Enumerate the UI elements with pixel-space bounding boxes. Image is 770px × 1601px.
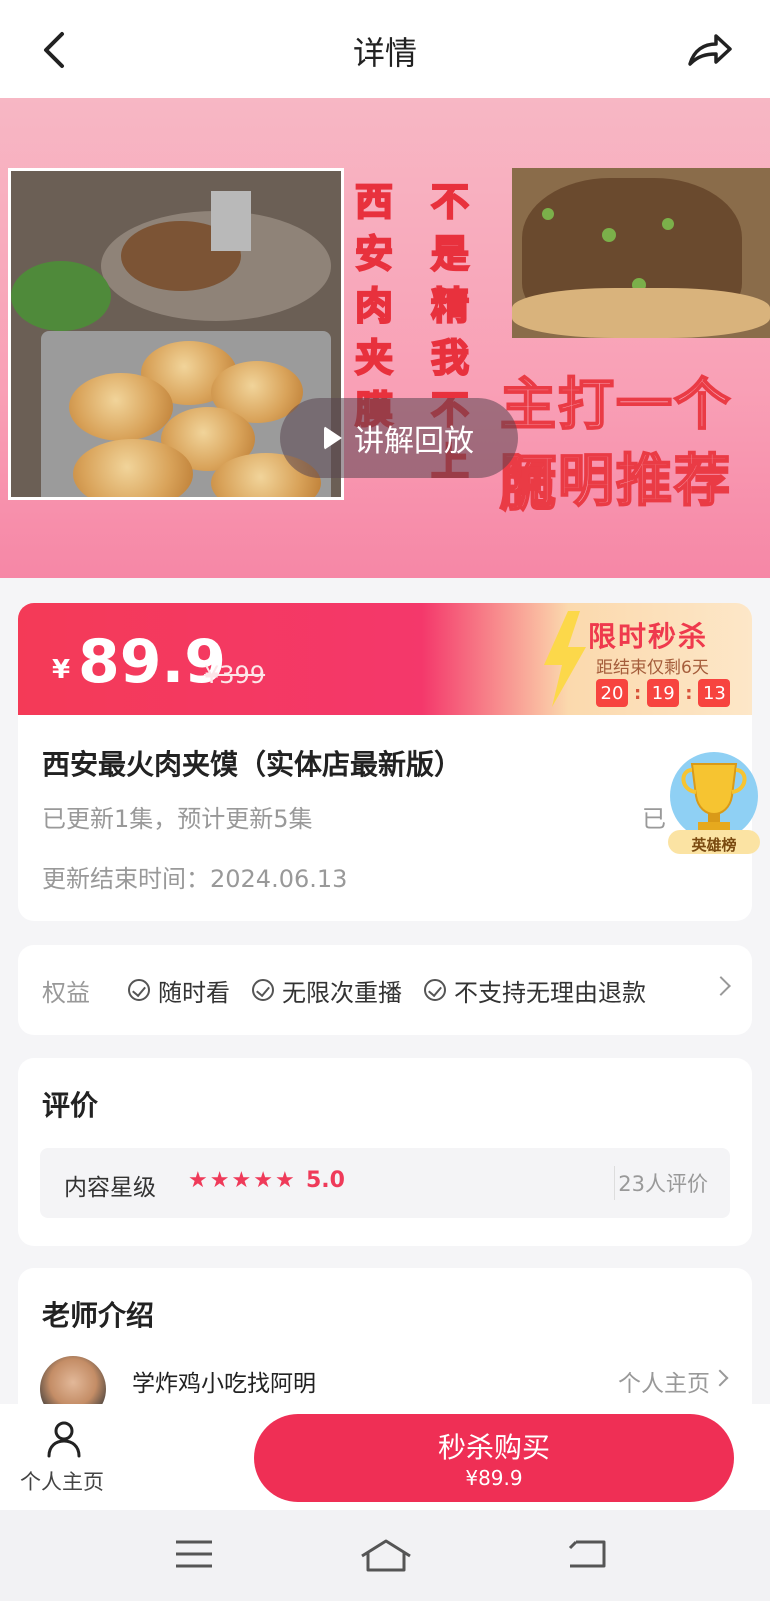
product-title: 西安最火肉夹馍（实体店最新版） [42, 748, 463, 781]
chevron-right-icon [711, 976, 731, 996]
buy-label: 秒杀购买 [437, 1431, 550, 1464]
rating-label: 内容星级 [64, 1175, 156, 1201]
flash-sale-title: 限时秒杀 [588, 620, 709, 653]
benefit-item: 不支持无理由退款 [424, 973, 646, 1008]
menu-icon[interactable] [174, 1538, 214, 1570]
back-nav-icon[interactable] [566, 1538, 608, 1570]
timer-seconds: 13 [698, 679, 731, 707]
food-photo-right [512, 168, 770, 338]
buy-price: ¥89.9 [465, 1466, 523, 1490]
check-circle-icon [424, 979, 446, 1001]
check-circle-icon [128, 979, 150, 1001]
chevron-right-icon [711, 1369, 729, 1387]
update-side-text: 已 [642, 805, 666, 833]
rating-row[interactable]: 内容星级 ★ ★ ★ ★ ★ 5.0 23人评价 [40, 1148, 730, 1218]
teacher-profile-link[interactable]: 个人主页 [618, 1364, 710, 1398]
reviews-title: 评价 [42, 1089, 99, 1122]
review-count: 23人评价 [618, 1172, 708, 1196]
update-info: 已更新1集，预计更新5集 [42, 805, 313, 833]
update-end-time: 更新结束时间：2024.06.13 [42, 865, 348, 893]
countdown-timer: 20 : 19 : 13 [596, 679, 731, 707]
hero-badge-label: 英雄榜 [691, 836, 737, 854]
star-icon: ★ [231, 1168, 252, 1193]
teacher-title: 老师介绍 [42, 1299, 155, 1332]
teacher-name: 学炸鸡小吃找阿明 [132, 1371, 316, 1397]
top-bar: 详情 [0, 0, 770, 98]
flash-buy-button[interactable]: 秒杀购买 ¥89.9 [254, 1414, 734, 1502]
star-icon: ★ [274, 1168, 295, 1193]
reviews-section: 评价 内容星级 ★ ★ ★ ★ ★ 5.0 23人评价 [18, 1058, 752, 1246]
hero-leaderboard-badge[interactable]: 英雄榜 [664, 750, 764, 858]
star-icon: ★ [188, 1168, 208, 1193]
benefit-item: 随时看 [128, 973, 230, 1008]
person-icon[interactable] [46, 1420, 82, 1458]
divider [614, 1166, 615, 1200]
star-icon: ★ [209, 1168, 230, 1193]
original-price: ¥399 [204, 661, 266, 689]
benefits-label: 权益 [42, 978, 90, 1007]
share-icon[interactable] [686, 30, 734, 70]
profile-label[interactable]: 个人主页 [20, 1466, 104, 1496]
star-icon: ★ [253, 1168, 273, 1193]
flash-sale-bar: ¥ 89.9 ¥399 限时秒杀 距结束仅剩6天 20 : 19 : 13 [18, 603, 752, 715]
timer-hours: 20 [596, 679, 628, 707]
replay-button[interactable]: 讲解回放 [280, 398, 518, 478]
rating-score: 5.0 [306, 1168, 345, 1193]
currency-symbol: ¥ [52, 655, 71, 685]
check-circle-icon [252, 979, 274, 1001]
replay-label: 讲解回放 [354, 424, 474, 459]
benefits-row[interactable]: 权益 随时看 无限次重播 不支持无理由退款 [18, 945, 752, 1035]
flash-sale-countdown-text: 距结束仅剩6天 [596, 658, 709, 678]
course-banner[interactable]: 西安肉夹膜 不是精我不上 主打一个脆 阿明推荐 讲解回放 [0, 98, 770, 578]
play-icon [324, 426, 342, 450]
product-info-card: ¥ 89.9 ¥399 限时秒杀 距结束仅剩6天 20 : 19 : 13 西安… [18, 603, 752, 921]
lightning-icon [544, 611, 586, 707]
timer-minutes: 19 [647, 679, 680, 707]
system-nav-bar [0, 1510, 770, 1601]
banner-slogan-2: 阿明推荐 [499, 448, 732, 515]
bottom-action-bar: 个人主页 秒杀购买 ¥89.9 [0, 1404, 770, 1510]
banner-vertical-left: 西安肉夹膜 [354, 179, 394, 433]
star-rating: ★ ★ ★ ★ ★ [188, 1168, 295, 1193]
page-title: 详情 [352, 34, 417, 72]
home-icon[interactable] [360, 1538, 412, 1572]
benefit-item: 无限次重播 [252, 973, 402, 1008]
